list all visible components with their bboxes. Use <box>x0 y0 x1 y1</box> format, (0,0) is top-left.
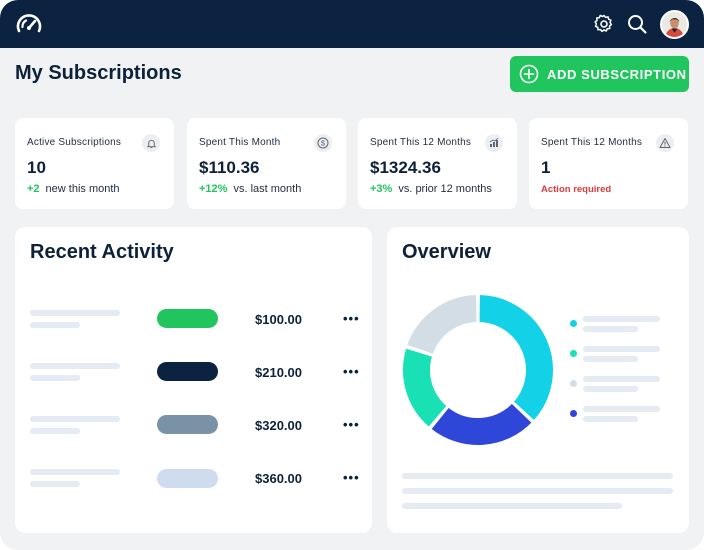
placeholder-line <box>402 503 622 509</box>
overview-title: Overview <box>402 241 491 263</box>
stat-change: +3% <box>370 183 393 195</box>
stat-note: vs. prior 12 months <box>398 183 492 195</box>
stat-card-spent-month: Spent This Month $ $110.36 +12% vs. last … <box>187 118 346 209</box>
activity-amount: $320.00 <box>255 418 302 433</box>
app-frame: My Subscriptions ADD SUBSCRIPTION Active… <box>0 0 704 550</box>
add-subscription-label: ADD SUBSCRIPTION <box>547 66 687 82</box>
more-options-icon[interactable]: ••• <box>343 470 360 485</box>
placeholder-line <box>583 356 638 362</box>
search-icon[interactable] <box>625 12 649 36</box>
donut-segment-0 <box>477 292 555 423</box>
page-title: My Subscriptions <box>15 62 182 84</box>
user-avatar-icon <box>662 12 687 37</box>
stat-change: +2 <box>27 183 40 195</box>
placeholder-line <box>30 363 120 369</box>
placeholder-line <box>30 375 80 381</box>
stat-value: 1 <box>541 158 551 177</box>
placeholder-line <box>30 481 80 487</box>
activity-status-pill <box>157 415 218 434</box>
placeholder-line <box>30 416 120 422</box>
activity-amount: $360.00 <box>255 471 302 486</box>
avatar[interactable] <box>660 10 689 39</box>
stat-change-row: +3% vs. prior 12 months <box>370 183 492 195</box>
stat-note: vs. last month <box>233 183 302 195</box>
activity-amount: $210.00 <box>255 365 302 380</box>
stat-label: Active Subscriptions <box>27 137 122 148</box>
action-required-text[interactable]: Action required <box>541 184 611 195</box>
gear-icon[interactable] <box>592 12 616 36</box>
placeholder-line <box>583 416 638 422</box>
more-options-icon[interactable]: ••• <box>343 417 360 432</box>
stat-label: Spent This 12 Months <box>541 137 643 148</box>
recent-activity-panel: Recent Activity $100.00 ••• $210.00 ••• … <box>15 227 372 533</box>
placeholder-line <box>583 376 660 382</box>
stat-label: Spent This 12 Months <box>370 137 472 148</box>
speedometer-icon[interactable] <box>14 10 44 40</box>
stat-value: $110.36 <box>199 158 260 177</box>
stat-value: 10 <box>27 158 46 177</box>
legend-dot <box>570 410 577 417</box>
activity-amount: $100.00 <box>255 312 302 327</box>
placeholder-line <box>583 346 660 352</box>
placeholder-line <box>583 406 660 412</box>
bell-icon <box>142 134 160 152</box>
warning-icon <box>656 134 674 152</box>
bar-chart-icon <box>485 134 503 152</box>
legend-dot <box>570 380 577 387</box>
overview-panel: Overview <box>387 227 689 533</box>
svg-text:$: $ <box>321 139 326 148</box>
donut-segment-3 <box>404 292 479 357</box>
placeholder-line <box>402 488 673 494</box>
placeholder-line <box>402 473 673 479</box>
placeholder-line <box>583 326 638 332</box>
placeholder-line <box>583 386 638 392</box>
legend-dot <box>570 320 577 327</box>
more-options-icon[interactable]: ••• <box>343 311 360 326</box>
recent-activity-title: Recent Activity <box>30 241 174 263</box>
legend-dot <box>570 350 577 357</box>
add-subscription-button[interactable]: ADD SUBSCRIPTION <box>510 56 689 92</box>
stat-note: new this month <box>45 183 120 195</box>
placeholder-line <box>30 322 80 328</box>
placeholder-line <box>30 310 120 316</box>
activity-status-pill <box>157 469 218 488</box>
activity-status-pill <box>157 362 218 381</box>
stat-change-row: +2 new this month <box>27 183 120 195</box>
more-options-icon[interactable]: ••• <box>343 364 360 379</box>
stat-card-active-subscriptions: Active Subscriptions 10 +2 new this month <box>15 118 174 209</box>
stat-value: $1324.36 <box>370 158 441 177</box>
placeholder-line <box>30 428 80 434</box>
stat-change: +12% <box>199 183 228 195</box>
top-bar <box>0 0 704 48</box>
activity-status-pill <box>157 309 218 328</box>
overview-donut-chart <box>401 292 555 447</box>
stat-card-spent-12-months: Spent This 12 Months $1324.36 +3% vs. pri… <box>358 118 517 209</box>
stat-label: Spent This Month <box>199 137 281 148</box>
plus-circle-icon <box>519 64 539 84</box>
placeholder-line <box>30 469 120 475</box>
stat-card-action-required: Spent This 12 Months 1 Action required <box>529 118 688 209</box>
stat-change-row: +12% vs. last month <box>199 183 301 195</box>
placeholder-line <box>583 316 660 322</box>
dollar-icon: $ <box>314 134 332 152</box>
